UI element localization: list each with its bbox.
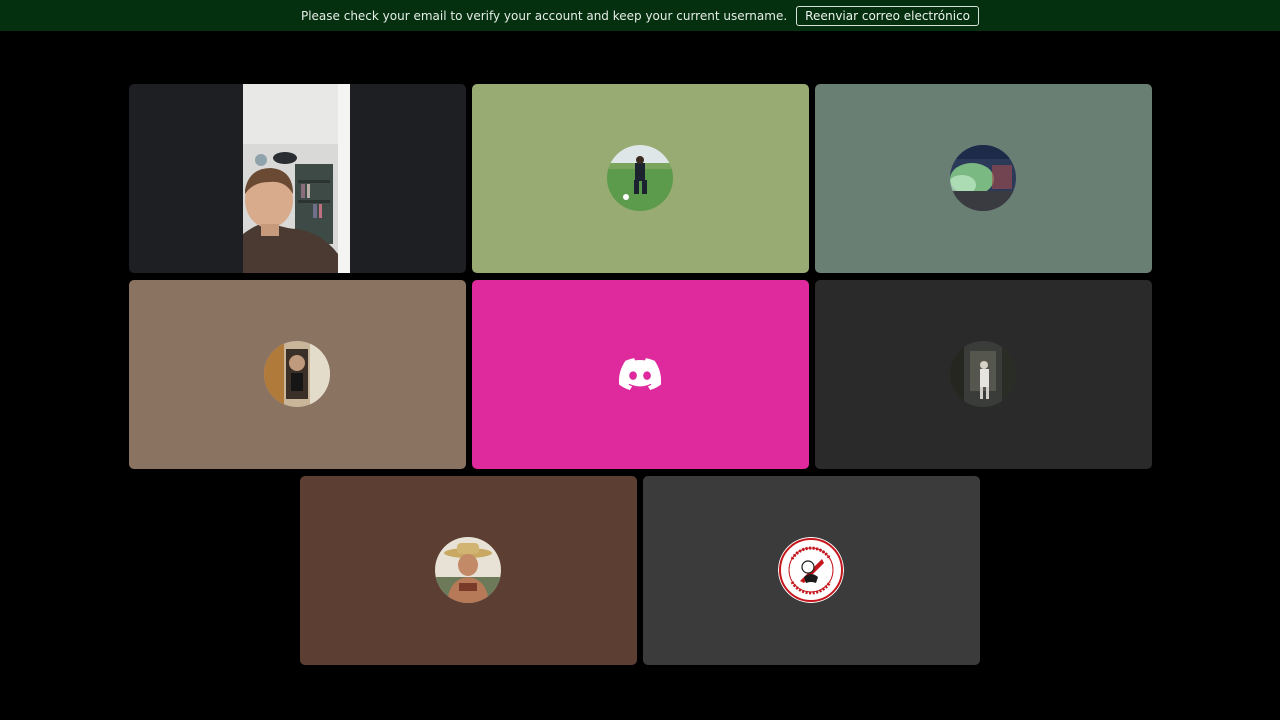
- camera-feed: [243, 84, 350, 273]
- participant-tile-selfie[interactable]: [129, 280, 466, 469]
- soccer-player-avatar: [607, 145, 673, 211]
- straw-hat-avatar: [435, 537, 501, 603]
- stadium-smoke-avatar: [950, 145, 1016, 211]
- participant-tile-discord-default[interactable]: [472, 280, 809, 469]
- participant-tile-video[interactable]: [129, 84, 466, 273]
- selfie-avatar: [264, 341, 330, 407]
- participant-tile-straw-hat[interactable]: [300, 476, 637, 665]
- street-person-avatar: [950, 341, 1016, 407]
- participant-tile-street[interactable]: [815, 280, 1152, 469]
- voice-call-grid: [0, 0, 1280, 720]
- participant-tile-stadium[interactable]: [815, 84, 1152, 273]
- discord-icon: [618, 358, 662, 394]
- camera-feed-image: [243, 84, 350, 273]
- participant-tile-river-plate[interactable]: [643, 476, 980, 665]
- participant-tile-soccer-player[interactable]: [472, 84, 809, 273]
- river-plate-crest-icon: [778, 537, 844, 603]
